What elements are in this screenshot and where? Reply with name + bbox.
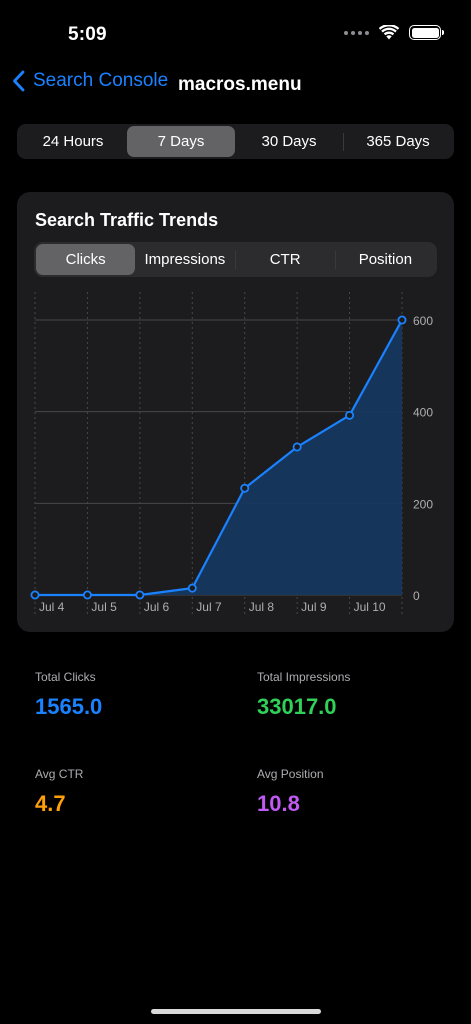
stat-value: 33017.0	[257, 694, 337, 719]
chevron-left-icon	[13, 70, 25, 92]
home-indicator	[151, 1009, 321, 1014]
back-button[interactable]: Search Console	[12, 70, 168, 92]
stat-label: Total Clicks	[35, 670, 96, 684]
data-point	[345, 410, 355, 420]
status-icons	[344, 25, 444, 40]
y-tick-label: 400	[413, 406, 433, 420]
x-tick-label: Jul 7	[196, 600, 222, 614]
stat-avg-ctr: Avg CTR 4.7	[35, 767, 83, 817]
range-tab-24-hours[interactable]: 24 Hours	[19, 126, 127, 157]
back-button-label: Search Console	[33, 70, 169, 91]
stat-value: 10.8	[257, 791, 300, 816]
stat-value: 1565.0	[35, 694, 103, 719]
y-tick-label: 0	[413, 589, 420, 603]
clicks-area-chart: 0 200 400 600 Jul 4 Jul 5 Jul 6 Jul 7 Jul 8 Jul 9…	[30, 292, 433, 615]
data-point	[187, 583, 197, 593]
stat-label: Total Impressions	[257, 670, 351, 684]
range-tab-365-days[interactable]: 365 Days	[344, 126, 452, 157]
stat-total-clicks: Total Clicks 1565.0	[35, 670, 102, 720]
data-point	[135, 590, 145, 600]
x-tick-label: Jul 4	[39, 600, 65, 614]
x-tick-label: Jul 6	[144, 600, 170, 614]
y-tick-label: 200	[413, 497, 433, 511]
data-point	[82, 590, 92, 600]
battery-icon	[409, 25, 444, 40]
status-time: 5:09	[68, 24, 107, 45]
stat-value: 4.7	[35, 791, 66, 816]
wifi-icon	[379, 25, 399, 40]
x-tick-label: Jul 9	[301, 600, 327, 614]
data-point	[292, 442, 302, 452]
data-point	[30, 590, 40, 600]
stat-total-impressions: Total Impressions 33017.0	[257, 670, 350, 720]
range-tab-7-days[interactable]: 7 Days	[127, 126, 235, 157]
x-tick-label: Jul 8	[249, 600, 275, 614]
x-tick-label: Jul 5	[91, 600, 117, 614]
x-tick-label: Jul 10	[354, 600, 386, 614]
y-tick-label: 600	[413, 314, 433, 328]
area-fill	[35, 320, 403, 595]
stat-avg-position: Avg Position 10.8	[257, 767, 324, 817]
data-point	[240, 483, 250, 493]
cellular-signal-icon	[344, 30, 369, 35]
search-traffic-card: Search Traffic Trends Clicks Impressions…	[17, 192, 454, 632]
status-bar: 5:09	[0, 0, 471, 60]
page-title: macros.menu	[178, 74, 302, 95]
navigation-bar: Search Console macros.menu	[0, 62, 471, 106]
stat-label: Avg Position	[257, 767, 324, 781]
stat-label: Avg CTR	[35, 767, 84, 781]
time-range-segmented-control: 24 Hours 7 Days 30 Days 365 Days	[17, 124, 454, 159]
range-tab-30-days[interactable]: 30 Days	[235, 126, 343, 157]
data-point	[397, 315, 407, 325]
